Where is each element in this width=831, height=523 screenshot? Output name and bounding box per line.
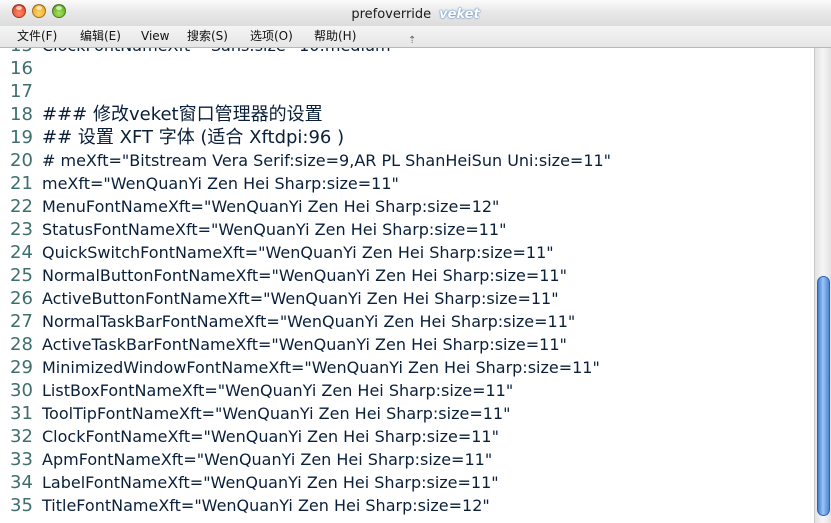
line-number: 31 <box>10 403 33 424</box>
menu-view[interactable]: View <box>141 26 169 47</box>
line-number: 18 <box>10 104 33 125</box>
menu-search[interactable]: 搜索(S) <box>187 26 228 47</box>
window-title-file: prefoverride <box>351 7 432 22</box>
title-bar[interactable]: prefoverride veket <box>0 0 831 26</box>
line-number: 26 <box>10 288 33 309</box>
line-number: 19 <box>10 127 33 148</box>
line-number: 27 <box>10 311 33 332</box>
text-editor-area[interactable]: 15ClockFontNameXft="Sans:size=10:medium"… <box>0 48 814 523</box>
scrollbar-thumb[interactable] <box>817 276 830 516</box>
line-number: 24 <box>10 242 33 263</box>
line-text: TitleFontNameXft="WenQuanYi Zen Hei Shar… <box>42 496 490 515</box>
line-number: 23 <box>10 219 33 240</box>
line-text: meXft="WenQuanYi Zen Hei Sharp:size=11" <box>42 174 399 193</box>
line-number: 15 <box>10 48 40 57</box>
line-text: MenuFontNameXft="WenQuanYi Zen Hei Sharp… <box>42 197 500 216</box>
editor-window: prefoverride veket 文件(F) 编辑(E) View 搜索(S)… <box>0 0 831 523</box>
line-text: ClockFontNameXft="Sans:size=10:medium" <box>42 48 398 57</box>
window-title-app: veket <box>439 7 480 22</box>
menu-edit[interactable]: 编辑(E) <box>80 26 121 47</box>
line-text: # meXft="Bitstream Vera Serif:size=9,AR … <box>42 151 612 170</box>
line-text: NormalTaskBarFontNameXft="WenQuanYi Zen … <box>42 312 576 331</box>
line-number: 25 <box>10 265 33 286</box>
line-text: NormalButtonFontNameXft="WenQuanYi Zen H… <box>42 266 567 285</box>
line-text: ### 修改veket窗口管理器的设置 <box>42 104 323 125</box>
line-text: ApmFontNameXft="WenQuanYi Zen Hei Sharp:… <box>42 450 493 469</box>
line-number: 20 <box>10 150 33 171</box>
menu-options[interactable]: 选项(O) <box>250 26 293 47</box>
line-number: 21 <box>10 173 33 194</box>
window-title: prefoverride veket <box>0 0 831 26</box>
line-number: 17 <box>10 81 33 102</box>
line-text: ClockFontNameXft="WenQuanYi Zen Hei Shar… <box>42 427 499 446</box>
line-text: StatusFontNameXft="WenQuanYi Zen Hei Sha… <box>42 220 507 239</box>
line-number: 28 <box>10 334 33 355</box>
menu-help[interactable]: 帮助(H) <box>314 26 356 47</box>
line-number: 22 <box>10 196 33 217</box>
line-number: 29 <box>10 357 33 378</box>
line-number: 33 <box>10 449 33 470</box>
line-text: LabelFontNameXft="WenQuanYi Zen Hei Shar… <box>42 473 499 492</box>
menu-file[interactable]: 文件(F) <box>17 26 57 47</box>
line-text: ActiveButtonFontNameXft="WenQuanYi Zen H… <box>42 289 559 308</box>
line-text: ActiveTaskBarFontNameXft="WenQuanYi Zen … <box>42 335 567 354</box>
line-number: 16 <box>10 58 33 79</box>
line-text: ListBoxFontNameXft="WenQuanYi Zen Hei Sh… <box>42 381 514 400</box>
line-text: ## 设置 XFT 字体 (适合 Xftdpi:96 ) <box>42 127 345 148</box>
line-number: 35 <box>10 495 33 516</box>
line-number: 32 <box>10 426 33 447</box>
vertical-scrollbar[interactable] <box>814 48 831 523</box>
line-number: 30 <box>10 380 33 401</box>
mouse-cursor-icon: ⇡ <box>408 35 417 46</box>
line-text: ToolTipFontNameXft="WenQuanYi Zen Hei Sh… <box>42 404 511 423</box>
line-text: QuickSwitchFontNameXft="WenQuanYi Zen He… <box>42 243 554 262</box>
line-text: MinimizedWindowFontNameXft="WenQuanYi Ze… <box>42 358 600 377</box>
line-number: 34 <box>10 472 33 493</box>
